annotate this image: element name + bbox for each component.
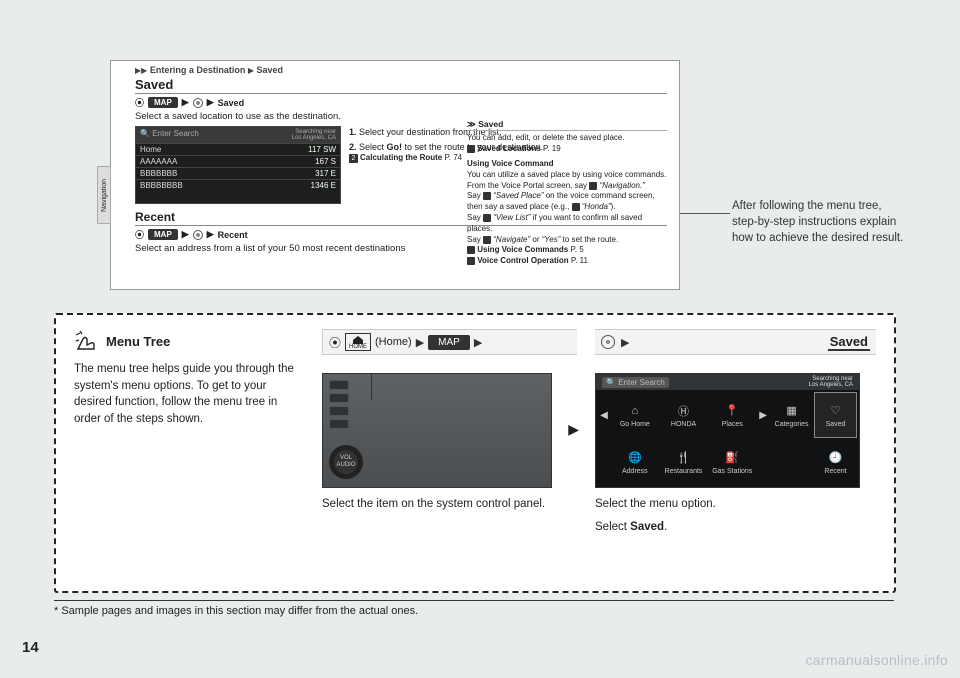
clock-icon: 🕘 — [828, 450, 844, 466]
menu-tree-description: The menu tree helps guide you through th… — [74, 361, 304, 428]
map-chip: MAP — [428, 335, 470, 350]
pin-icon: 📍 — [724, 403, 740, 419]
tile-recent[interactable]: 🕘Recent — [814, 439, 857, 485]
footnote: * Sample pages and images in this sectio… — [54, 600, 894, 617]
finger-press-icon — [74, 329, 100, 353]
page-number: 14 — [22, 639, 39, 656]
crumb-bar-right: ▶ Saved — [595, 329, 876, 355]
search-input[interactable]: 🔍 Enter Search — [602, 377, 669, 388]
side-tab-navigation: Navigation — [97, 166, 111, 224]
breadcrumb: ▶▶ Entering a Destination ▶ Saved — [135, 65, 667, 75]
home-label: (Home) — [375, 336, 412, 348]
volume-knob: VOL AUDIO — [329, 445, 363, 479]
leader-line — [371, 374, 372, 400]
mid-caption: Select the item on the system control pa… — [322, 496, 577, 512]
tile-gas[interactable]: ⛽Gas Stations — [708, 439, 756, 485]
tile-restaurants[interactable]: 🍴Restaurants — [660, 439, 708, 485]
knob-icon: ⦿ — [329, 334, 341, 351]
chevron-right-icon: ▶ — [416, 336, 424, 349]
crumb-saved: Saved — [828, 334, 870, 351]
callout-leader — [680, 213, 730, 214]
tile-address[interactable]: 🌐Address — [611, 439, 659, 485]
map-chip: MAP — [148, 97, 178, 108]
control-panel-screenshot: VOL AUDIO — [322, 373, 552, 488]
heading-saved: Saved — [135, 77, 667, 94]
panel-home-button — [329, 380, 349, 390]
tile-categories[interactable]: ▦Categories — [770, 392, 813, 438]
home-button-icon: HOME — [345, 333, 371, 351]
side-column: ≫ Saved You can add, edit, or delete the… — [467, 119, 667, 267]
fork-knife-icon: 🍴 — [676, 450, 692, 466]
honda-logo-icon: Ⓗ — [676, 403, 692, 419]
tile-go-home[interactable]: ⌂Go Home — [611, 392, 659, 438]
dial-icon — [193, 98, 203, 108]
nav-screenshot: 🔍 Enter Search Searching near Los Angele… — [135, 126, 341, 204]
grid-icon: ▦ — [784, 403, 800, 419]
right-caption: Select the menu option. Select Saved. — [595, 496, 876, 537]
sample-page: Navigation ▶▶ Entering a Destination ▶ S… — [110, 60, 680, 290]
home-icon: ⌂ — [627, 403, 643, 419]
crumb-bar-left: ⦿ HOME (Home) ▶ MAP ▶ — [322, 329, 577, 355]
menu-tree-explainer: Menu Tree The menu tree helps guide you … — [54, 313, 896, 593]
nav-menu-screenshot: 🔍 Enter Search Searching near Los Angele… — [595, 373, 860, 488]
menu-tree-heading: Menu Tree — [74, 329, 304, 353]
knob-icon: ⦿ — [135, 96, 144, 109]
watermark: carmanualsonline.info — [806, 652, 949, 668]
tile-saved[interactable]: ♡Saved — [814, 392, 857, 438]
chevron-right-icon[interactable]: ▶ — [759, 410, 767, 421]
tile-places[interactable]: 📍Places — [708, 392, 756, 438]
chevron-right-icon: ▶ — [474, 336, 482, 349]
globe-icon: 🌐 — [627, 450, 643, 466]
chevron-left-icon[interactable]: ◀ — [600, 410, 608, 421]
heart-icon: ♡ — [828, 403, 844, 419]
menu-tree-line-saved: ⦿ MAP ▶ ▶ Saved — [135, 96, 667, 109]
chevron-right-icon: ▶ — [621, 336, 629, 349]
callout-text: After following the menu tree, step-by-s… — [732, 198, 907, 246]
fuel-icon: ⛽ — [724, 450, 740, 466]
chevron-right-icon: ▶ — [568, 421, 579, 438]
tile-honda[interactable]: ⒽHONDA — [660, 392, 708, 438]
dial-icon — [601, 335, 615, 349]
